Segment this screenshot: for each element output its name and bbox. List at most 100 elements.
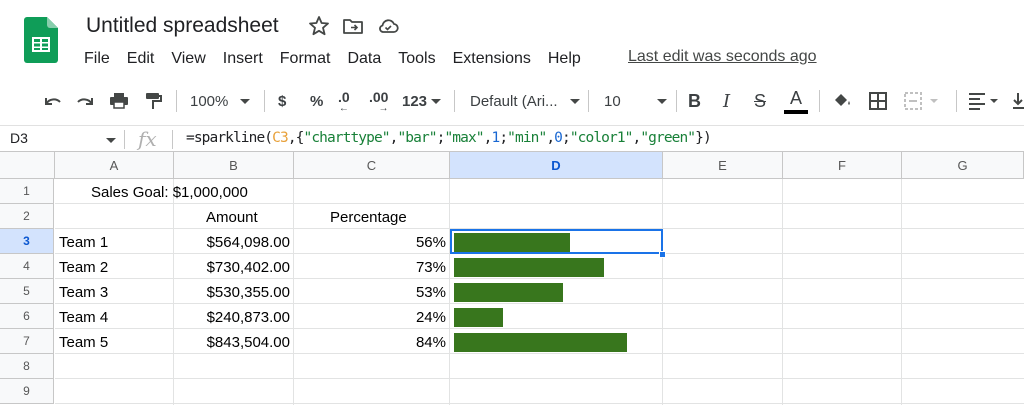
print-icon[interactable] bbox=[107, 82, 131, 120]
cell-team-name[interactable]: Team 4 bbox=[55, 305, 112, 330]
formula-string: "min" bbox=[507, 130, 547, 146]
cell-team-percentage[interactable]: 53% bbox=[294, 280, 450, 305]
decrease-decimal-button[interactable]: .0 ← bbox=[338, 82, 350, 120]
formula-cell-reference: C3 bbox=[272, 130, 289, 146]
cell-team-name[interactable]: Team 5 bbox=[55, 330, 112, 355]
increase-decimal-button[interactable]: .00 → bbox=[369, 82, 388, 120]
font-family-select[interactable]: Default (Ari... bbox=[470, 82, 580, 120]
fill-color-icon[interactable] bbox=[830, 82, 854, 120]
cell-team-amount[interactable]: $564,098.00 bbox=[174, 230, 294, 255]
last-edit-link[interactable]: Last edit was seconds ago bbox=[628, 48, 817, 66]
row-header-2[interactable]: 2 bbox=[0, 204, 54, 229]
cell-team-percentage[interactable]: 56% bbox=[294, 230, 450, 255]
cell-team-amount[interactable]: $240,873.00 bbox=[174, 305, 294, 330]
sparkline-bar-team-5 bbox=[454, 333, 627, 352]
star-icon[interactable] bbox=[307, 14, 331, 38]
horizontal-align-icon[interactable] bbox=[966, 82, 1006, 120]
move-to-folder-icon[interactable] bbox=[341, 14, 365, 38]
document-title[interactable]: Untitled spreadsheet bbox=[86, 14, 279, 38]
row-header-3[interactable]: 3 bbox=[0, 229, 54, 254]
row-header-4[interactable]: 4 bbox=[0, 254, 54, 279]
row-header-6[interactable]: 6 bbox=[0, 304, 54, 329]
redo-icon[interactable] bbox=[74, 82, 98, 120]
cell-team-name[interactable]: Team 2 bbox=[55, 255, 112, 280]
name-box[interactable]: D3 bbox=[10, 130, 116, 146]
sparkline-bar-team-2 bbox=[454, 258, 604, 277]
percent-format-button[interactable]: % bbox=[310, 82, 323, 120]
column-header-f[interactable]: F bbox=[783, 152, 902, 179]
text-color-button[interactable]: A bbox=[784, 82, 808, 120]
zoom-select[interactable]: 100% bbox=[190, 82, 251, 120]
strikethrough-button[interactable]: S bbox=[754, 82, 766, 120]
cell-team-amount[interactable]: $843,504.00 bbox=[174, 330, 294, 355]
chevron-down-icon bbox=[569, 98, 580, 104]
row-header-8[interactable]: 8 bbox=[0, 354, 54, 379]
menu-view[interactable]: View bbox=[171, 50, 205, 68]
italic-button[interactable]: I bbox=[723, 82, 730, 120]
toolbar-divider bbox=[819, 90, 820, 112]
currency-format-button[interactable]: $ bbox=[278, 82, 286, 120]
paint-format-icon[interactable] bbox=[141, 82, 165, 120]
merge-cells-icon bbox=[904, 92, 938, 110]
cell-c2-header[interactable]: Percentage bbox=[326, 205, 411, 230]
text-color-swatch bbox=[784, 109, 808, 114]
spreadsheet-grid: A B C D E F G 1 2 3 4 5 6 7 8 9 Sales Go… bbox=[0, 152, 1024, 405]
formula-string: "bar" bbox=[397, 130, 437, 146]
cell-team-amount[interactable]: $530,355.00 bbox=[174, 280, 294, 305]
menu-format[interactable]: Format bbox=[280, 50, 331, 68]
sheets-logo-icon[interactable] bbox=[24, 17, 58, 63]
borders-icon[interactable] bbox=[866, 82, 890, 120]
menu-bar: File Edit View Insert Format Data Tools … bbox=[84, 48, 598, 70]
row-header-1[interactable]: 1 bbox=[0, 179, 54, 204]
column-header-g[interactable]: G bbox=[902, 152, 1024, 179]
row-header-9[interactable]: 9 bbox=[0, 379, 54, 404]
more-formats-select[interactable]: 123 bbox=[402, 82, 442, 120]
menu-insert[interactable]: Insert bbox=[223, 50, 263, 68]
undo-icon[interactable] bbox=[40, 82, 64, 120]
menu-tools[interactable]: Tools bbox=[398, 50, 435, 68]
cell-a1-goal[interactable]: Sales Goal: $1,000,000 bbox=[87, 180, 252, 205]
formula-string: "max" bbox=[444, 130, 484, 146]
cell-team-name[interactable]: Team 3 bbox=[55, 280, 112, 305]
select-all-corner[interactable] bbox=[0, 152, 55, 179]
cell-team-name[interactable]: Team 1 bbox=[55, 230, 112, 255]
bold-button[interactable]: B bbox=[688, 82, 701, 120]
more-formats-label: 123 bbox=[402, 92, 428, 110]
cell-team-amount[interactable]: $730,402.00 bbox=[174, 255, 294, 280]
formula-function: =sparkline( bbox=[186, 130, 273, 146]
toolbar-divider bbox=[676, 90, 677, 112]
toolbar-divider bbox=[176, 90, 177, 112]
cell-b2-header[interactable]: Amount bbox=[202, 205, 262, 230]
cloud-saved-icon[interactable] bbox=[376, 14, 400, 38]
row-header-7[interactable]: 7 bbox=[0, 329, 54, 354]
vertical-align-icon[interactable] bbox=[1012, 82, 1024, 120]
menu-data[interactable]: Data bbox=[347, 50, 381, 68]
column-header-b[interactable]: B bbox=[174, 152, 294, 179]
row-header-5[interactable]: 5 bbox=[0, 279, 54, 304]
selected-cell-outline[interactable] bbox=[450, 229, 663, 254]
formula-punct: }) bbox=[695, 130, 712, 146]
fill-handle[interactable] bbox=[659, 251, 666, 258]
cell-team-percentage[interactable]: 84% bbox=[294, 330, 450, 355]
column-header-a[interactable]: A bbox=[55, 152, 174, 179]
formula-input[interactable]: =sparkline(C3,{"charttype","bar";"max",1… bbox=[186, 130, 712, 146]
fx-icon: fx bbox=[138, 127, 157, 151]
formula-number: 0 bbox=[554, 130, 563, 146]
cell-team-percentage[interactable]: 24% bbox=[294, 305, 450, 330]
name-box-value: D3 bbox=[10, 130, 28, 146]
sparkline-bar-team-4 bbox=[454, 308, 503, 327]
menu-extensions[interactable]: Extensions bbox=[453, 50, 531, 68]
menu-edit[interactable]: Edit bbox=[127, 50, 155, 68]
spreadsheet-app: Untitled spreadsheet File Edit View Inse… bbox=[0, 0, 1024, 405]
font-size-value: 10 bbox=[604, 92, 621, 110]
formula-punct: ,{ bbox=[287, 130, 305, 146]
sparkline-bar-team-3 bbox=[454, 283, 563, 302]
column-header-c[interactable]: C bbox=[294, 152, 450, 179]
menu-help[interactable]: Help bbox=[548, 50, 581, 68]
arrow-right-icon: → bbox=[378, 102, 389, 114]
cell-team-percentage[interactable]: 73% bbox=[294, 255, 450, 280]
menu-file[interactable]: File bbox=[84, 50, 110, 68]
column-header-e[interactable]: E bbox=[663, 152, 783, 179]
column-header-d[interactable]: D bbox=[450, 152, 663, 179]
font-size-select[interactable]: 10 bbox=[604, 82, 667, 120]
